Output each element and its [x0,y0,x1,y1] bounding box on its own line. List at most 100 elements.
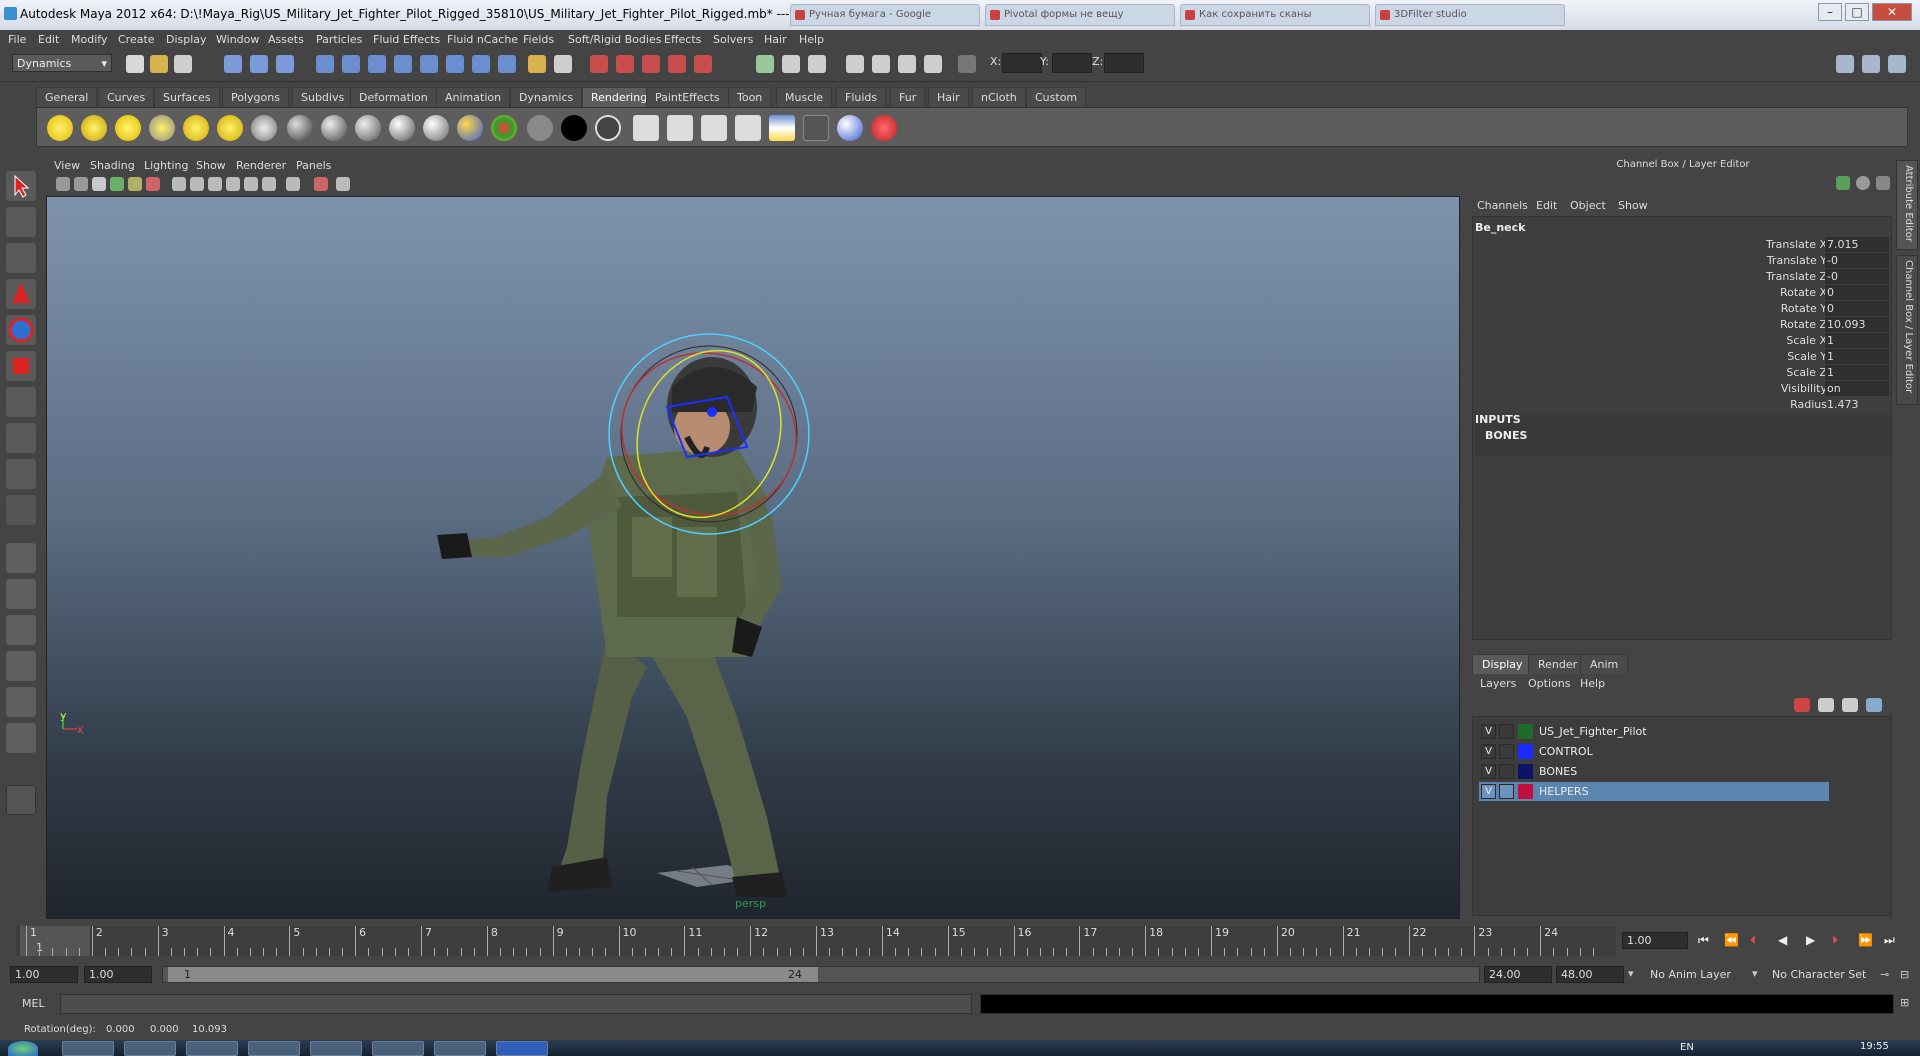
vp-menu-view[interactable]: View [54,159,80,172]
select-object-icon[interactable] [250,55,268,73]
shelf-tab-custom[interactable]: Custom [1026,87,1087,107]
mel-layout-icon[interactable] [6,785,36,815]
channel-row[interactable]: Rotate Z 10.093 [1473,317,1893,333]
play-forwards-icon[interactable]: ▶ [1806,933,1815,947]
shelf-tab-dynamics[interactable]: Dynamics [510,87,583,107]
phong-e-sphere-icon[interactable] [423,115,449,141]
vp-menu-renderer[interactable]: Renderer [236,159,286,172]
shelf-tab-hair[interactable]: Hair [928,87,969,107]
graph-editor-icon[interactable] [846,55,864,73]
snap-surface-icon[interactable] [420,55,438,73]
smooth-shade-icon[interactable] [190,177,204,191]
shelf-tab-general[interactable]: General [36,87,98,107]
shelf-tab-fur[interactable]: Fur [890,87,926,107]
script-editor-icon[interactable]: ⊞ [1900,996,1909,1009]
current-frame-field[interactable]: 1.00 [1622,932,1688,949]
range-end-field[interactable]: 24.00 [1484,966,1552,983]
perspective-viewport[interactable]: y x persp [46,196,1460,919]
single-perspective-layout-icon[interactable] [6,543,36,573]
menu-edit[interactable]: Edit [38,33,59,46]
lighting-icon[interactable] [286,177,300,191]
y-field[interactable] [1052,53,1092,73]
new-layer-selected-icon[interactable] [1842,698,1858,712]
menu-solvers[interactable]: Solvers [713,33,753,46]
browser-tab[interactable]: Ручная бумага - Google [790,4,980,26]
z-field[interactable] [1104,53,1144,73]
show-manipulator-icon[interactable] [6,459,36,489]
x-field[interactable] [1002,53,1042,73]
input-bones[interactable]: BONES [1485,429,1527,442]
mel-input[interactable] [60,994,972,1014]
transform-icon[interactable] [958,55,976,73]
menu-modify[interactable]: Modify [71,33,107,46]
shelf-tab-surfaces[interactable]: Surfaces [154,87,220,107]
character-set-dropdown[interactable]: No Character Set [1772,968,1866,981]
universal-manipulator-icon[interactable] [6,387,36,417]
taskbar-app-chrome[interactable] [62,1041,114,1056]
channel-row[interactable]: Scale Z1 [1473,365,1893,381]
channel-row[interactable]: Rotate Y0 [1473,301,1893,317]
step-back-frame-icon[interactable]: ⏴ [1750,933,1756,948]
anisotropic-sphere-icon[interactable] [457,115,483,141]
attribute-editor-side-tab[interactable]: Attribute Editor [1896,160,1918,250]
anim-layer-dropdown[interactable]: No Anim Layer [1650,968,1731,981]
construction-history-icon[interactable] [590,55,608,73]
layer-visibility-toggle[interactable]: V [1481,764,1496,779]
history-icon[interactable] [472,55,490,73]
vp-menu-shading[interactable]: Shading [90,159,135,172]
taskbar-app-generic[interactable] [124,1041,176,1056]
go-to-end-icon[interactable]: ⏭ [1884,933,1895,948]
menu-fluid-effects[interactable]: Fluid Effects [373,33,440,46]
chevron-down-icon[interactable]: ▾ [1628,967,1634,980]
play-backwards-icon[interactable]: ◀ [1778,933,1787,947]
layer-color-swatch[interactable] [1518,744,1533,759]
outliner-icon[interactable] [872,55,890,73]
menu-help[interactable]: Help [799,33,824,46]
layer-row[interactable]: V CONTROL [1479,742,1829,761]
last-tool-icon[interactable] [6,495,36,525]
minimize-button[interactable]: – [1818,3,1842,21]
directional-light-icon[interactable] [81,115,107,141]
menu-hair[interactable]: Hair [764,33,787,46]
hypergraph-icon[interactable] [898,55,916,73]
step-forward-key-icon[interactable]: ⏩ [1858,933,1873,947]
wireframe-on-shaded-icon[interactable] [208,177,222,191]
shelf-tab-ncloth[interactable]: nCloth [972,87,1026,107]
render-view-2-icon[interactable] [808,55,826,73]
render-view-icon[interactable] [782,55,800,73]
channel-row[interactable]: Translate Y -0 [1473,253,1893,269]
save-scene-icon[interactable] [174,55,192,73]
script-editor-icon[interactable] [924,55,942,73]
shelf-tab-animation[interactable]: Animation [436,87,511,107]
input-output-icon[interactable] [756,55,774,73]
hypershade-icon[interactable] [694,55,712,73]
range-bar-handle[interactable] [168,967,818,982]
bookmark-icon[interactable] [92,177,106,191]
render-current-frame-icon[interactable] [633,115,659,141]
render-settings-icon[interactable] [668,55,686,73]
shelf-tab-polygons[interactable]: Polygons [222,87,289,107]
persp-graph-layout-icon[interactable] [6,651,36,681]
taskbar-app-generic[interactable] [434,1041,486,1056]
persp-outliner-layout-icon[interactable] [6,615,36,645]
snap-point-icon[interactable] [368,55,386,73]
point-light-icon[interactable] [115,115,141,141]
xray-icon[interactable] [226,177,240,191]
shelf-tab-deformation[interactable]: Deformation [350,87,437,107]
persp-hypergraph-layout-icon[interactable] [6,723,36,753]
layer-type-toggle[interactable] [1499,724,1514,739]
chevron-down-icon[interactable]: ▾ [1752,967,1758,980]
language-indicator[interactable]: EN [1680,1042,1694,1053]
batch-render-icon[interactable] [769,115,795,141]
tool-settings-toggle-icon[interactable] [1862,55,1880,73]
layer-visibility-toggle[interactable]: V [1481,724,1496,739]
menu-fluid-ncache[interactable]: Fluid nCache [447,33,518,46]
time-slider[interactable]: 1 12345678910111213141516171819202122232… [16,926,1616,956]
paint-select-tool-icon[interactable] [6,243,36,273]
channel-box-toggle-icon[interactable] [1888,55,1906,73]
anim-start-field[interactable]: 1.00 [10,966,78,983]
maximize-button[interactable]: □ [1845,3,1869,21]
use-default-material-icon[interactable] [244,177,258,191]
render-view-shelf-icon[interactable] [735,115,761,141]
key-icon[interactable]: ⊸ [1880,968,1889,981]
